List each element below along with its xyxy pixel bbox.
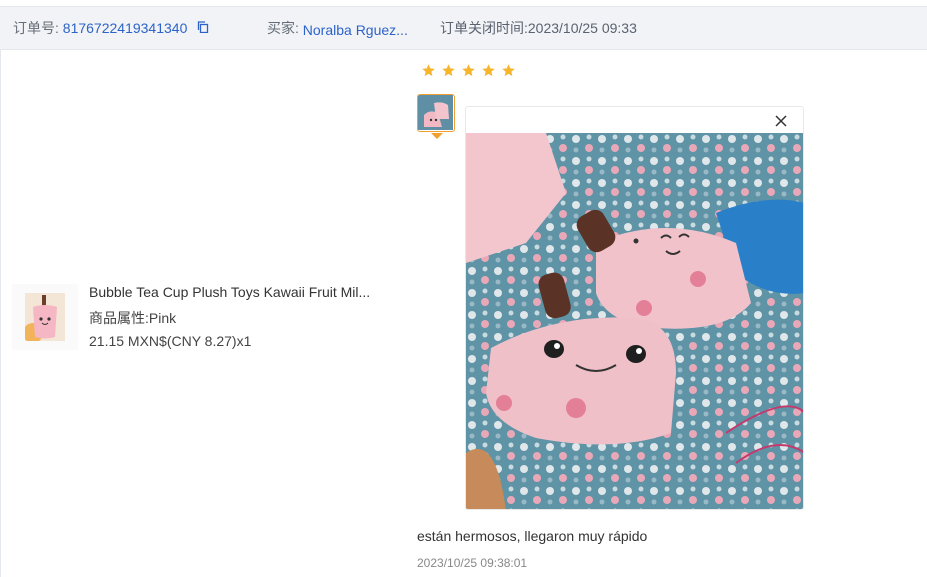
copy-icon[interactable] xyxy=(197,21,209,33)
product-attribute-label: 商品属性: xyxy=(89,310,149,326)
rating-stars xyxy=(421,63,516,78)
product-item: Bubble Tea Cup Plush Toys Kawaii Fruit M… xyxy=(12,284,392,350)
product-price: 21.15 MXN$(CNY 8.27)x1 xyxy=(89,333,252,349)
order-number-group: 订单号: 8176722419341340 xyxy=(13,18,209,38)
order-number-link[interactable]: 8176722419341340 xyxy=(63,20,188,36)
buyer-name-link[interactable]: Noralba Rguez... xyxy=(303,22,408,38)
buyer-group: 买家: Noralba Rguez... xyxy=(267,18,408,38)
star-icon xyxy=(442,64,455,77)
review-text: están hermosos, llegaron muy rápido xyxy=(417,528,648,544)
thumbnail-pointer xyxy=(431,133,443,139)
review-image-thumbnail[interactable] xyxy=(417,94,455,132)
star-icon xyxy=(482,64,495,77)
star-icon xyxy=(462,64,475,77)
star-icon xyxy=(502,64,515,77)
product-title[interactable]: Bubble Tea Cup Plush Toys Kawaii Fruit M… xyxy=(89,284,384,300)
product-image xyxy=(25,293,65,341)
order-header: 订单号: 8176722419341340 买家: Noralba Rguez.… xyxy=(0,6,927,50)
close-icon[interactable] xyxy=(773,113,789,129)
review-thumb-image xyxy=(418,95,453,130)
star-icon xyxy=(422,64,435,77)
close-time: 订单关闭时间:2023/10/25 09:33 xyxy=(440,20,637,36)
product-attribute: 商品属性:Pink xyxy=(89,308,176,328)
review-time: 2023/10/25 09:38:01 xyxy=(417,556,528,570)
product-attribute-value: Pink xyxy=(148,310,177,326)
product-thumbnail[interactable] xyxy=(12,284,78,350)
order-number-label: 订单号: xyxy=(13,20,59,36)
buyer-label: 买家: xyxy=(267,20,299,36)
review-photo xyxy=(466,133,803,509)
image-preview xyxy=(465,106,804,510)
row-divider xyxy=(0,49,1,577)
